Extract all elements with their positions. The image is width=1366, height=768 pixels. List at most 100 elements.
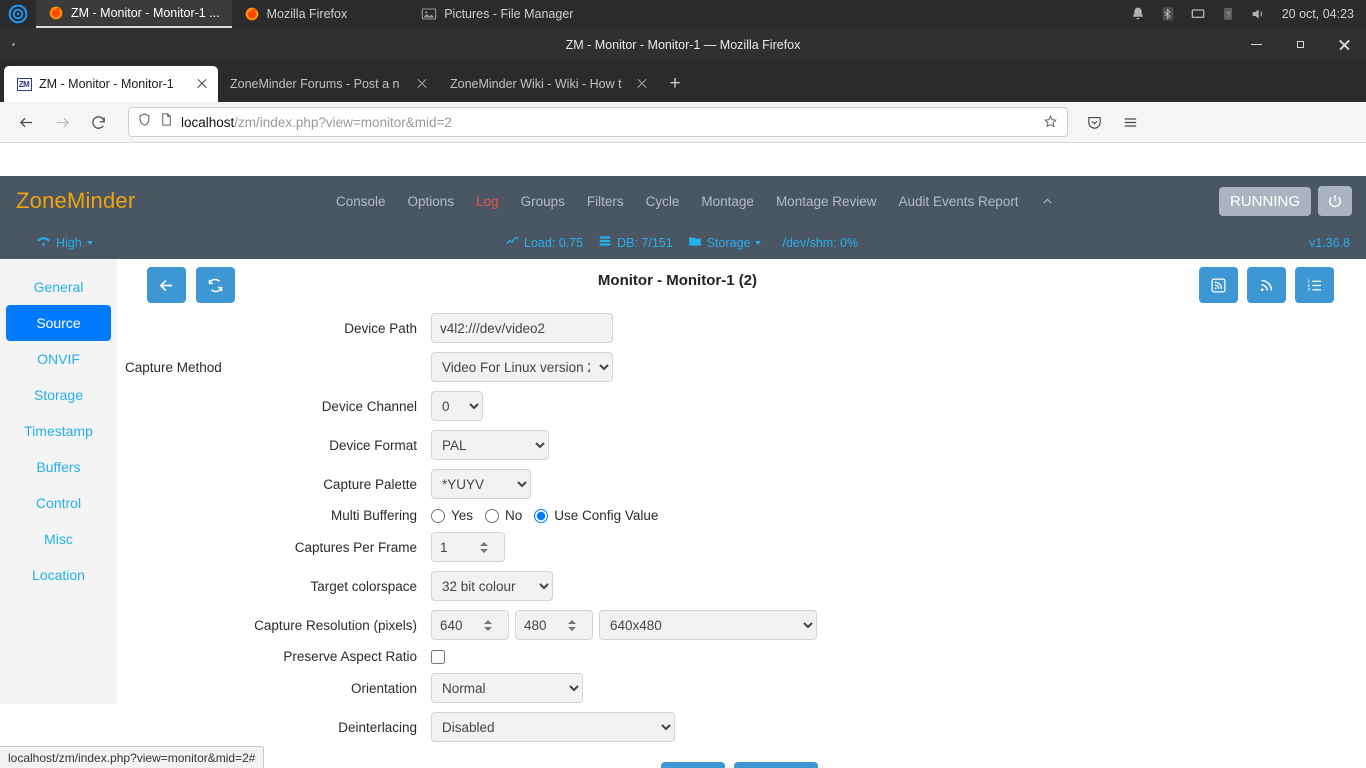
- sidebar-item-source[interactable]: Source: [6, 305, 111, 341]
- nav-audit-events-report[interactable]: Audit Events Report: [899, 194, 1019, 209]
- content-header: Monitor - Monitor-1 (2) 123: [117, 259, 1366, 309]
- storage-stat[interactable]: Storage: [688, 234, 762, 251]
- taskbar-item-pictures-file-manager[interactable]: Pictures - File Manager: [409, 0, 585, 28]
- firefox-icon: [244, 6, 260, 22]
- stepper-arrows-icon[interactable]: [480, 614, 496, 636]
- bell-icon[interactable]: [1130, 6, 1146, 22]
- sidebar-item-storage[interactable]: Storage: [6, 377, 111, 413]
- app-menu-logo-icon[interactable]: [0, 0, 36, 28]
- power-button[interactable]: [1318, 186, 1352, 216]
- multi-buffering-no-radio[interactable]: [485, 508, 500, 523]
- close-button[interactable]: [1322, 28, 1366, 61]
- sidebar-item-buffers[interactable]: Buffers: [6, 449, 111, 485]
- maximize-button[interactable]: [1278, 28, 1322, 61]
- browser-tab-zoneminder-forums[interactable]: ZoneMinder Forums - Post a n: [218, 66, 438, 102]
- device-format-select[interactable]: PAL: [431, 430, 549, 460]
- device-path-input[interactable]: [431, 313, 613, 343]
- nav-filters[interactable]: Filters: [587, 194, 624, 209]
- deinterlacing-select[interactable]: Disabled: [431, 712, 675, 742]
- minimize-button[interactable]: [1234, 28, 1278, 61]
- close-tab-icon[interactable]: [634, 76, 650, 92]
- multi-buffering-yes[interactable]: Yes: [431, 508, 473, 523]
- browser-tab-zm-monitor[interactable]: ZM ZM - Monitor - Monitor-1: [4, 66, 218, 102]
- multi-buffering-use-config-radio[interactable]: [534, 508, 549, 523]
- image-icon: [421, 6, 437, 22]
- sidebar-item-location[interactable]: Location: [6, 557, 111, 593]
- device-channel-select[interactable]: 0: [431, 391, 483, 421]
- url-bar[interactable]: localhost/zm/index.php?view=monitor&mid=…: [128, 107, 1068, 137]
- nav-groups[interactable]: Groups: [521, 194, 565, 209]
- captures-per-frame-input[interactable]: [432, 533, 476, 561]
- close-tab-icon[interactable]: [194, 76, 210, 92]
- close-tab-icon[interactable]: [414, 76, 430, 92]
- sidebar-item-control[interactable]: Control: [6, 485, 111, 521]
- nav-cycle[interactable]: Cycle: [646, 194, 680, 209]
- nav-options[interactable]: Options: [408, 194, 455, 209]
- bookmark-star-icon[interactable]: [1043, 114, 1059, 130]
- capture-resolution-preset-select[interactable]: 640x480: [599, 610, 817, 640]
- capture-width-stepper[interactable]: [431, 610, 509, 640]
- stepper-arrows-icon[interactable]: [476, 536, 492, 558]
- bandwidth-selector[interactable]: High: [36, 235, 93, 251]
- orientation-select[interactable]: Normal: [431, 673, 583, 703]
- db-stat[interactable]: DB: 7/151: [598, 234, 673, 251]
- volume-icon[interactable]: [1250, 6, 1266, 22]
- deinterlacing-label: Deinterlacing: [338, 719, 417, 735]
- preserve-aspect-ratio-checkbox[interactable]: [431, 649, 445, 664]
- sidebar-item-misc[interactable]: Misc: [6, 521, 111, 557]
- taskbar-clock[interactable]: 20 oct, 04:23: [1280, 7, 1354, 21]
- nav-montage[interactable]: Montage: [701, 194, 754, 209]
- zm-system-stats: Load: 0.75 DB: 7/151 Storage /dev/shm: 0…: [505, 234, 858, 251]
- nav-montage-review[interactable]: Montage Review: [776, 194, 877, 209]
- taskbar-item-mozilla-firefox[interactable]: Mozilla Firefox: [232, 0, 360, 28]
- monitor-settings-content: Monitor - Monitor-1 (2) 123 Device Path …: [117, 259, 1366, 768]
- display-icon[interactable]: [1190, 6, 1206, 22]
- sidebar-item-onvif[interactable]: ONVIF: [6, 341, 111, 377]
- status-badge[interactable]: RUNNING: [1219, 186, 1311, 216]
- zm-brand-logo[interactable]: ZoneMinder: [16, 188, 135, 214]
- capture-palette-select[interactable]: *YUYV: [431, 469, 531, 499]
- taskbar-item-zm-monitor[interactable]: ZM - Monitor - Monitor-1 ...: [36, 0, 232, 28]
- sidebar-item-general[interactable]: General: [6, 269, 111, 305]
- back-icon[interactable]: [10, 107, 42, 137]
- load-stat[interactable]: Load: 0.75: [505, 234, 583, 251]
- url-text[interactable]: localhost/zm/index.php?view=monitor&mid=…: [181, 115, 1036, 130]
- feed-buttons: 123: [1199, 267, 1334, 303]
- multi-buffering-use-config[interactable]: Use Config Value: [534, 508, 658, 523]
- save-button[interactable]: SAVE: [660, 762, 726, 768]
- ordered-list-icon[interactable]: 123: [1295, 267, 1334, 303]
- capture-width-input[interactable]: [432, 611, 480, 639]
- storage-label: Storage: [706, 235, 751, 250]
- chevron-down-icon: [86, 240, 93, 245]
- forward-icon[interactable]: [46, 107, 78, 137]
- multi-buffering-no[interactable]: No: [485, 508, 522, 523]
- new-tab-button[interactable]: +: [658, 66, 692, 102]
- multi-buffering-yes-radio[interactable]: [431, 508, 445, 523]
- rss-square-icon[interactable]: [1199, 267, 1238, 303]
- shield-icon[interactable]: [137, 112, 152, 132]
- bluetooth-icon[interactable]: [1160, 6, 1176, 22]
- reload-icon[interactable]: [82, 107, 114, 137]
- pocket-icon[interactable]: [1078, 107, 1110, 137]
- nav-console[interactable]: Console: [336, 194, 386, 209]
- captures-per-frame-stepper[interactable]: [431, 532, 505, 562]
- rss-feed-icon[interactable]: [1247, 267, 1286, 303]
- capture-height-stepper[interactable]: [515, 610, 593, 640]
- chevron-up-icon[interactable]: [1041, 195, 1054, 208]
- nav-log[interactable]: Log: [476, 194, 499, 209]
- window-controls: [1234, 28, 1366, 61]
- capture-height-input[interactable]: [516, 611, 564, 639]
- hamburger-menu-icon[interactable]: [1114, 107, 1146, 137]
- target-colorspace-select[interactable]: 32 bit colour: [431, 571, 553, 601]
- browser-status-popup: localhost/zm/index.php?view=monitor&mid=…: [0, 746, 265, 768]
- page-info-icon[interactable]: [159, 112, 174, 132]
- cancel-button[interactable]: CANCEL: [734, 762, 818, 768]
- browser-tab-label: ZoneMinder Forums - Post a n: [230, 77, 400, 91]
- capture-method-select[interactable]: Video For Linux version 2: [431, 352, 613, 382]
- zoneminder-page: ZoneMinder Console Options Log Groups Fi…: [0, 176, 1366, 768]
- battery-icon[interactable]: ?: [1220, 6, 1236, 22]
- sidebar-item-timestamp[interactable]: Timestamp: [6, 413, 111, 449]
- captures-per-frame-label: Captures Per Frame: [294, 539, 417, 555]
- browser-tab-zoneminder-wiki[interactable]: ZoneMinder Wiki - Wiki - How t: [438, 66, 658, 102]
- stepper-arrows-icon[interactable]: [564, 614, 580, 636]
